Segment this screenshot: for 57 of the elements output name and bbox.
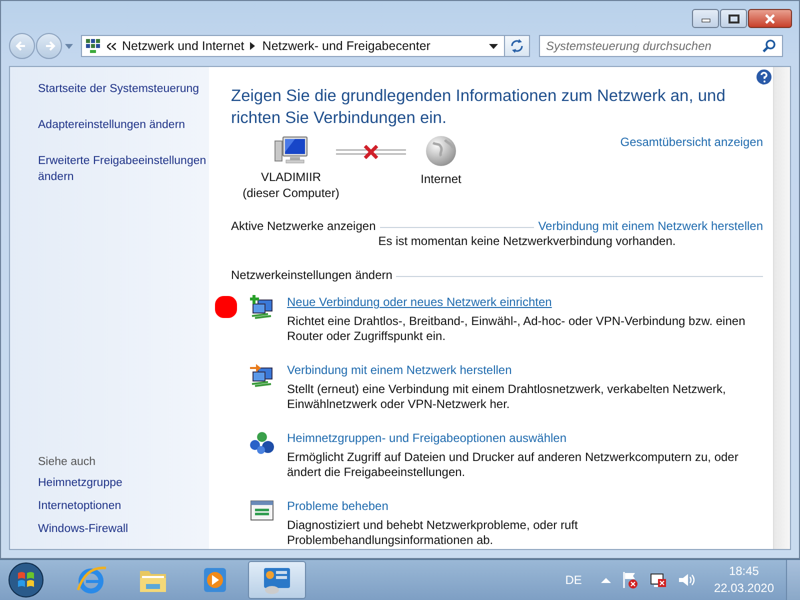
dropdown-icon[interactable]	[489, 44, 498, 48]
breadcrumb[interactable]: Netzwerk und Internet	[122, 39, 244, 53]
help-icon[interactable]	[756, 69, 772, 85]
section-title: Netzwerkeinstellungen ändern	[231, 268, 392, 282]
task-description: Ermöglicht Zugriff auf Dateien und Drucker auf anderen Netzwerkcomputern zu, oder ändert die Freigabeeinstellungen.	[287, 450, 740, 480]
close-icon	[764, 14, 776, 24]
close-button[interactable]	[748, 9, 792, 28]
breadcrumb[interactable]: Netzwerk- und Freigabecenter	[262, 39, 430, 53]
scrollbar[interactable]	[773, 67, 790, 549]
page-heading: Zeigen Sie die grundlegenden Informationen zum Netzwerk an, und richten Sie Verbindungen ein.	[231, 86, 726, 129]
control-panel-button[interactable]	[248, 561, 306, 599]
homegroup-icon	[249, 430, 275, 456]
sidebar-link[interactable]: Erweiterte Freigabeeinstellungen ändern	[38, 153, 209, 185]
search-field[interactable]: Systemsteuerung durchsuchen	[539, 35, 783, 57]
refresh-icon	[509, 39, 525, 53]
minimize-button[interactable]	[692, 9, 719, 28]
back-button[interactable]	[9, 33, 35, 59]
section-title: Aktive Netzwerke anzeigen	[231, 219, 376, 233]
task-link[interactable]: Heimnetzgruppen- und Freigabeoptionen auswählen	[287, 430, 763, 446]
search-icon[interactable]	[762, 39, 776, 53]
task-link[interactable]: Probleme beheben	[287, 498, 763, 514]
computer-icon	[274, 135, 308, 165]
computer-name: VLADIMIIR	[260, 169, 321, 185]
connect-network-link[interactable]: Verbindung mit einem Netzwerk herstellen	[538, 219, 763, 233]
show-hidden-icons-icon[interactable]	[600, 577, 611, 583]
speaker-icon[interactable]	[676, 571, 695, 589]
windows-orb-icon	[8, 562, 44, 598]
maximize-icon	[728, 14, 740, 24]
sidebar-link[interactable]: Startseite der Systemsteuerung	[38, 81, 209, 97]
sidebar-link[interactable]: Windows-Firewall	[38, 521, 209, 537]
task-link[interactable]: Neue Verbindung oder neues Netzwerk einrichten	[287, 294, 763, 310]
full-map-link[interactable]: Gesamtübersicht anzeigen	[620, 135, 763, 149]
task-description: Diagnostiziert und behebt Netzwerkprobleme, oder ruft Problembehandlungsinformationen ab.	[287, 518, 579, 548]
task-description: Stellt (erneut) eine Verbindung mit einem Drahtlosnetzwerk, verkabelten Netzwerk, Einwählnetzwerk oder VPN-Netzwerk her.	[287, 382, 727, 412]
task-link[interactable]: Verbindung mit einem Netzwerk herstellen	[287, 362, 763, 378]
computer-note: (dieser Computer)	[242, 185, 340, 201]
refresh-button[interactable]	[504, 35, 530, 57]
sidebar-link[interactable]: Internetoptionen	[38, 498, 209, 514]
flag-warning-icon[interactable]	[620, 571, 639, 589]
sidebar-link[interactable]: Heimnetzgruppe	[38, 475, 209, 491]
network-add-icon	[249, 294, 275, 320]
globe-icon	[425, 135, 457, 167]
network-disconnected-icon[interactable]	[648, 571, 667, 589]
task-description: Richtet eine Drahtlos-, Breitband-, Einwähl-, Ad-hoc- oder VPN-Verbindung bzw. einen Router oder Zugriffspunkt ein.	[287, 314, 746, 344]
forward-button[interactable]	[36, 33, 62, 59]
start-button[interactable]	[6, 560, 46, 600]
internet-label: Internet	[420, 171, 462, 187]
control-panel-icon	[85, 38, 101, 54]
sidebar-link[interactable]: Adaptereinstellungen ändern	[38, 117, 209, 133]
browser-e-icon	[75, 564, 107, 596]
see-also-heading: Siehe auch	[38, 456, 97, 468]
address-bar[interactable]: Netzwerk und Internet Netzwerk- und Freigabecenter	[81, 35, 505, 57]
overflow-chevron-icon[interactable]	[107, 42, 116, 50]
breadcrumb-arrow-icon[interactable]	[250, 42, 256, 50]
no-connection-message: Es ist momentan keine Netzwerkverbindung vorhanden.	[378, 234, 676, 248]
maximize-button[interactable]	[720, 9, 747, 28]
network-connect-icon	[249, 362, 275, 388]
